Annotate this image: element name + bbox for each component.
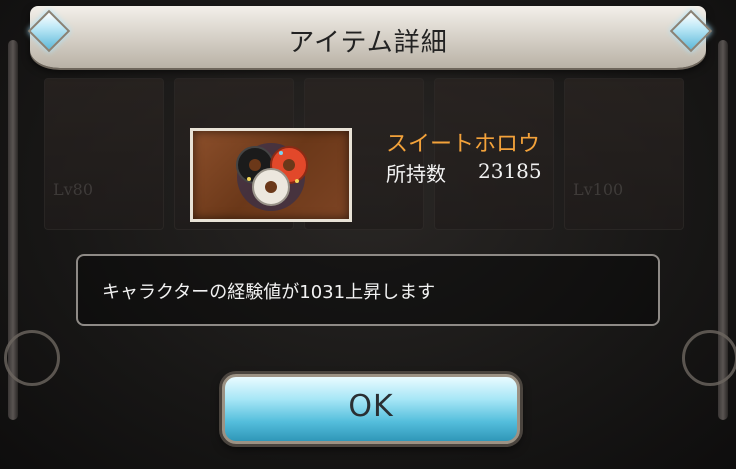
dialog-title: アイテム詳細	[288, 28, 448, 58]
candy-donut-item-icon	[236, 143, 308, 211]
bottom-left-ornament	[4, 330, 60, 386]
ok-button-label: OK	[348, 389, 394, 424]
item-count-value: 23185	[478, 159, 542, 183]
item-count-label: 所持数	[386, 162, 446, 186]
background-card-level: Lv100	[573, 180, 624, 199]
item-description-box: キャラクターの経験値が1031上昇します	[76, 254, 660, 326]
item-detail-dialog: Lv80 Lv100 アイテム詳細 スイートホロウ 所持数 23185 キャラク…	[0, 0, 736, 469]
background-card: Lv80	[44, 78, 164, 230]
bottom-right-ornament	[682, 330, 736, 386]
item-name: スイートホロウ	[386, 132, 541, 157]
ok-button[interactable]: OK	[222, 374, 520, 444]
background-card-level: Lv80	[53, 180, 94, 199]
background-card: Lv100	[564, 78, 684, 230]
title-banner: アイテム詳細	[30, 6, 706, 68]
item-image-frame	[190, 128, 352, 222]
item-description: キャラクターの経験値が1031上昇します	[102, 282, 436, 303]
